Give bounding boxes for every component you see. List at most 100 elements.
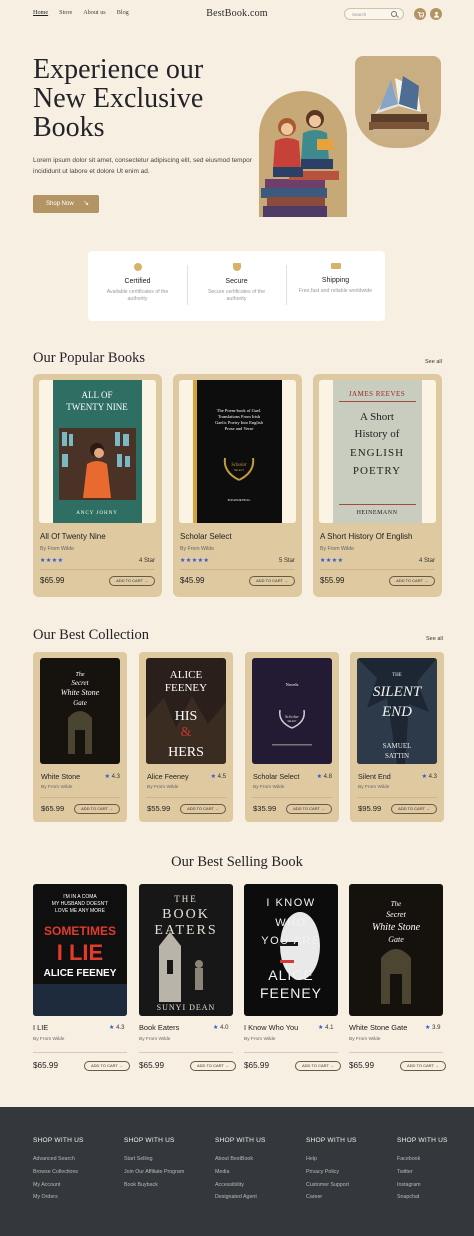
cover-line: Secret xyxy=(386,910,406,919)
book-title[interactable]: All Of Twenty Nine xyxy=(40,532,106,541)
cover-line: Novels xyxy=(286,682,299,687)
add-to-cart-button[interactable]: ADD TO CART → xyxy=(389,576,435,586)
star-rating-icon: ★★★★★ xyxy=(180,558,210,564)
search-input[interactable]: Search xyxy=(344,8,404,20)
footer-link-facebook[interactable]: Facebook xyxy=(397,1156,448,1162)
footer-heading: SHOP WITH US xyxy=(215,1137,266,1144)
add-to-cart-button[interactable]: ADD TO CART → xyxy=(391,804,437,814)
cover-line: HIS xyxy=(175,709,198,724)
cover-line: I'M IN A COMA xyxy=(63,894,97,900)
book-rating: ★ 4.0 xyxy=(213,1024,228,1031)
footer-link[interactable]: Start Selling xyxy=(124,1156,184,1162)
book-cover-white-stone-gate[interactable]: The Secret White Stone Gate xyxy=(349,884,443,1016)
star-rating-icon: ★★★★ xyxy=(320,558,344,564)
search-icon[interactable] xyxy=(391,11,397,17)
cover-line: SILENT xyxy=(373,684,423,700)
add-to-cart-button[interactable]: ADD TO CART → xyxy=(180,804,226,814)
collection-card[interactable]: ALICE FEENEY HIS & HERS Alice Feeney ★ 4… xyxy=(139,652,233,822)
footer-link[interactable]: Customer Support xyxy=(306,1182,357,1188)
cover-art: ALICE FEENEY HIS & HERS xyxy=(146,658,226,764)
book-card[interactable]: ALL OF TWENTY NINE ANCY JOHNY All Of Twe… xyxy=(33,374,162,597)
footer-link[interactable]: Help xyxy=(306,1156,357,1162)
add-to-cart-button[interactable]: ADD TO CART → xyxy=(109,576,155,586)
book-title[interactable]: White Stone Gate xyxy=(349,1023,407,1032)
book-rating: ★ 4.3 xyxy=(109,1024,124,1031)
add-to-cart-button[interactable]: ADD TO CART → xyxy=(286,804,332,814)
card-divider xyxy=(146,797,226,798)
footer-link[interactable]: Media xyxy=(215,1169,266,1175)
collection-card[interactable]: Novels Scholar SELECT Scholar Select ★ 4… xyxy=(245,652,339,822)
book-title[interactable]: A Short History Of English xyxy=(320,532,412,541)
footer-link[interactable]: Join Our Affiliate Program xyxy=(124,1169,184,1175)
rating-value: 3.9 xyxy=(432,1025,441,1031)
footer-link-instagram[interactable]: Instagram xyxy=(397,1182,448,1188)
add-to-cart-button[interactable]: ADD TO CART → xyxy=(400,1061,446,1071)
book-card[interactable]: The Poem-book of Gael. Translations From… xyxy=(173,374,302,597)
book-rating: ★ 4.8 xyxy=(317,773,332,780)
footer-link[interactable]: Browse Collections xyxy=(33,1169,84,1175)
add-to-cart-button[interactable]: ADD TO CART → xyxy=(190,1061,236,1071)
book-author: By From Wilde xyxy=(40,546,75,552)
book-cover-all-of-twenty-nine: ALL OF TWENTY NINE ANCY JOHNY xyxy=(53,380,142,523)
add-to-cart-button[interactable]: ADD TO CART → xyxy=(74,804,120,814)
hero-subtitle: Lorem ipsum dolor sit amet, consectetur … xyxy=(33,157,252,175)
footer-link[interactable]: Advanced Search xyxy=(33,1156,84,1162)
book-title[interactable]: I LIE xyxy=(33,1023,48,1032)
add-to-cart-button[interactable]: ADD TO CART → xyxy=(295,1061,341,1071)
book-cover-scholar-select: The Poem-book of Gael. Translations From… xyxy=(193,380,282,523)
book-title[interactable]: White Stone xyxy=(41,772,80,781)
cover-line: ALICE FEENEY xyxy=(44,968,117,979)
best-collection-heading: Our Best Collection xyxy=(33,627,149,643)
user-button[interactable] xyxy=(430,8,442,20)
footer-link[interactable]: About BestBook xyxy=(215,1156,266,1162)
card-divider xyxy=(357,797,437,798)
cover-line: Prose and Verse xyxy=(225,426,254,431)
popular-see-all-link[interactable]: See all xyxy=(425,359,442,365)
footer-link[interactable]: Accessibility xyxy=(215,1182,266,1188)
footer-link-twitter[interactable]: Twitter xyxy=(397,1169,448,1175)
collection-card[interactable]: THE SILENT END SAMUEL SATTIN Silent End … xyxy=(350,652,444,822)
star-icon: ★ xyxy=(109,1025,115,1031)
book-title[interactable]: Scholar Select xyxy=(180,532,232,541)
footer-link-snapchat[interactable]: Snapchat xyxy=(397,1194,448,1200)
book-title[interactable]: Book Eaters xyxy=(139,1023,179,1032)
footer-link[interactable]: Book Buyback xyxy=(124,1182,184,1188)
book-cover-book-eaters[interactable]: THE BOOK EATERS SUNYI DEAN xyxy=(139,884,233,1016)
book-cover-i-lie[interactable]: I'M IN A COMA MY HUSBAND DOESN'T LOVE ME… xyxy=(33,884,127,1016)
book-price: $55.99 xyxy=(147,804,171,813)
footer-heading: SHOP WITH US xyxy=(33,1137,84,1144)
footer-link[interactable]: My Account xyxy=(33,1182,84,1188)
book-title[interactable]: I Know Who You xyxy=(244,1023,298,1032)
feature-title: Certified xyxy=(124,278,151,285)
hero-title-line-1: Experience our xyxy=(33,54,204,85)
rating-value: 4.3 xyxy=(428,774,437,780)
card-divider xyxy=(40,569,155,570)
collection-see-all-link[interactable]: See all xyxy=(426,636,443,642)
shop-now-button[interactable]: Shop Now ↘ xyxy=(33,195,99,213)
truck-icon xyxy=(330,263,341,269)
book-title[interactable]: Scholar Select xyxy=(253,772,299,781)
cover-author: ELEANOR HULL xyxy=(228,498,251,502)
star-icon: ★ xyxy=(425,1025,431,1031)
collection-card[interactable]: The Secret White Stone Gate White Stone … xyxy=(33,652,127,822)
hero-readers-arch xyxy=(259,91,347,217)
footer-link[interactable]: Designated Agent xyxy=(215,1194,266,1200)
add-to-cart-button[interactable]: ADD TO CART → xyxy=(84,1061,130,1071)
cart-button[interactable] xyxy=(414,8,426,20)
footer-link[interactable]: Privacy Policy xyxy=(306,1169,357,1175)
book-title[interactable]: Alice Feeney xyxy=(147,772,189,781)
cover-art: THE SILENT END SAMUEL SATTIN xyxy=(357,658,437,764)
book-card[interactable]: JAMES REEVES A Short History of ENGLISH … xyxy=(313,374,442,597)
add-to-cart-button[interactable]: ADD TO CART → xyxy=(249,576,295,586)
book-cover-i-know-who-you-are[interactable]: I KNOW WHO YOU ARE ALICE FEENEY xyxy=(244,884,338,1016)
footer-link[interactable]: Career xyxy=(306,1194,357,1200)
book-author: By From Wilde xyxy=(244,1037,276,1042)
book-author: By From Wilde xyxy=(33,1037,65,1042)
book-cover-novels: Novels Scholar SELECT xyxy=(252,658,332,764)
book-author: By From Wilde xyxy=(349,1037,381,1042)
hero-book-frame xyxy=(355,56,441,148)
book-title[interactable]: Silent End xyxy=(358,772,391,781)
footer-link[interactable]: My Orders xyxy=(33,1194,84,1200)
rating-text: 4 Star xyxy=(418,558,435,564)
cover-line: White Stone xyxy=(61,688,100,697)
